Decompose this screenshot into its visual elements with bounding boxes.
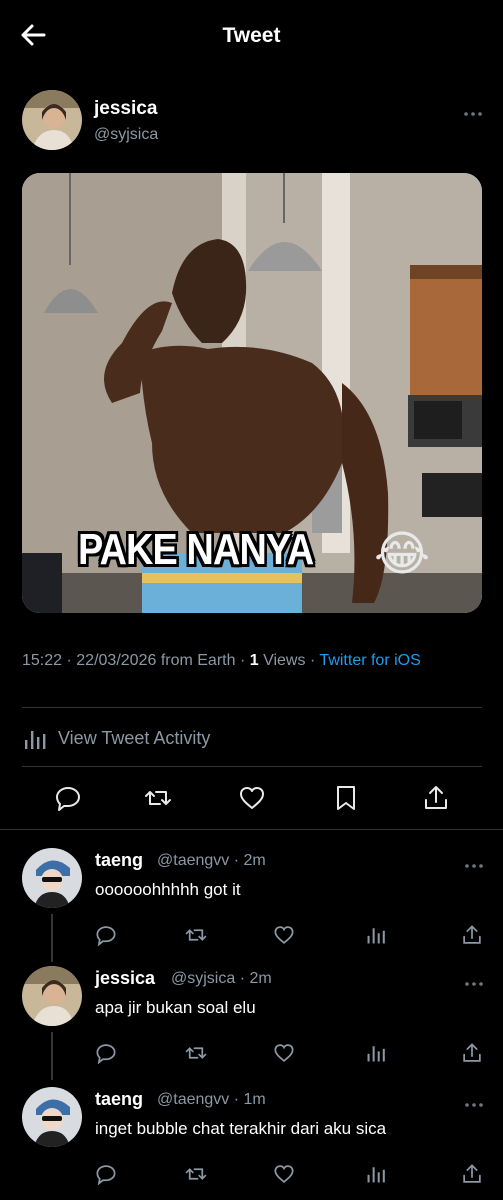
views-button[interactable] — [365, 924, 387, 946]
reply-author-handle: @syjsica · 2m — [171, 970, 272, 987]
like-icon — [274, 926, 294, 944]
like-button[interactable] — [273, 1042, 295, 1064]
analytics-icon — [25, 731, 46, 749]
divider — [22, 707, 482, 708]
reply-text: oooooohhhhh got it — [95, 880, 241, 899]
more-icon — [465, 864, 483, 868]
reply-button[interactable] — [95, 924, 117, 947]
thread-line — [51, 914, 53, 962]
reply-item[interactable]: jessica @syjsica · 2m apa jir bukan soal… — [0, 966, 503, 1086]
more-icon — [465, 982, 483, 986]
avatar[interactable] — [22, 848, 82, 908]
view-activity-label: View Tweet Activity — [58, 728, 211, 748]
reply-item[interactable]: taeng @taengvv · 1m inget bubble chat te… — [0, 1087, 503, 1200]
reply-button[interactable] — [95, 1163, 117, 1186]
share-button[interactable] — [461, 924, 483, 946]
retweet-icon — [185, 929, 207, 941]
reply-button[interactable] — [95, 1042, 117, 1065]
retweet-button[interactable] — [185, 924, 207, 946]
reply-button[interactable] — [54, 784, 82, 812]
retweet-icon — [185, 1168, 207, 1180]
share-button[interactable] — [461, 1163, 483, 1185]
more-options-button[interactable] — [462, 106, 484, 116]
reply-action-bar — [95, 1163, 490, 1187]
more-options-button[interactable] — [463, 1097, 485, 1107]
reply-icon — [96, 1044, 116, 1065]
views-button[interactable] — [365, 1042, 387, 1064]
views-count: 1 — [249, 652, 259, 669]
avatar[interactable] — [22, 1087, 82, 1147]
views-label: Views — [263, 652, 306, 669]
tweet-media[interactable]: PAKE NANYA 😂 — [22, 173, 482, 613]
author-name[interactable]: jessica — [94, 98, 157, 120]
retweet-button[interactable] — [185, 1042, 207, 1064]
tweet-metadata: 15:22 · 22/03/2026 from Earth · 1 Views … — [22, 650, 482, 672]
reply-item[interactable]: taeng @taengvv · 2m oooooohhhhh got it — [0, 848, 503, 968]
separator: · — [66, 652, 77, 669]
analytics-icon — [367, 1046, 385, 1062]
like-icon — [274, 1044, 294, 1062]
view-activity-button[interactable]: View Tweet Activity — [22, 724, 482, 754]
meme-caption: PAKE NANYA — [78, 525, 314, 574]
more-icon — [464, 112, 482, 116]
separator: · — [239, 652, 250, 669]
tweet-date: 22/03/2026 — [76, 652, 157, 669]
client-link[interactable]: Twitter for iOS — [319, 652, 420, 669]
divider — [22, 766, 482, 767]
retweet-icon — [145, 791, 171, 805]
retweet-button[interactable] — [185, 1163, 207, 1185]
divider — [0, 829, 503, 830]
reply-author-name[interactable]: taeng — [95, 850, 143, 871]
like-icon — [240, 787, 264, 809]
views-button[interactable] — [365, 1163, 387, 1185]
reply-icon — [96, 1165, 116, 1186]
reply-author-name[interactable]: taeng — [95, 1089, 143, 1110]
reply-action-bar — [95, 1042, 490, 1066]
author-handle[interactable]: @syjsica — [94, 126, 158, 144]
analytics-icon — [367, 928, 385, 944]
crying-laughing-emoji: 😂 — [374, 528, 431, 581]
share-icon — [463, 1164, 481, 1183]
reply-icon — [56, 787, 80, 811]
separator: · — [309, 652, 320, 669]
like-button[interactable] — [273, 924, 295, 946]
reply-author-handle: @taengvv · 2m — [157, 852, 266, 869]
tweet-author: jessica @syjsica — [22, 90, 482, 152]
reply-icon — [96, 926, 116, 947]
share-icon — [463, 925, 481, 944]
bookmark-button[interactable] — [332, 784, 360, 812]
reply-text: apa jir bukan soal elu — [95, 998, 256, 1017]
share-button[interactable] — [422, 784, 450, 812]
top-bar: Tweet — [0, 0, 503, 70]
reply-text: inget bubble chat terakhir dari aku sica — [95, 1119, 387, 1138]
tweet-action-bar — [22, 780, 482, 816]
bookmark-icon — [337, 786, 355, 810]
share-icon — [425, 786, 447, 809]
tweet-time: 15:22 — [22, 652, 63, 669]
retweet-icon — [185, 1047, 207, 1059]
avatar[interactable] — [22, 90, 82, 150]
reply-author-handle: @taengvv · 1m — [157, 1091, 266, 1108]
page-title: Tweet — [222, 24, 281, 47]
retweet-button[interactable] — [144, 784, 172, 812]
like-button[interactable] — [238, 784, 266, 812]
more-options-button[interactable] — [463, 976, 485, 986]
analytics-icon — [367, 1167, 385, 1183]
like-icon — [274, 1165, 294, 1183]
reply-action-bar — [95, 924, 490, 948]
share-button[interactable] — [461, 1042, 483, 1064]
reply-author-name[interactable]: jessica — [95, 968, 155, 989]
more-options-button[interactable] — [463, 858, 485, 868]
thread-line — [51, 1032, 53, 1080]
share-icon — [463, 1043, 481, 1062]
tweet-location: from Earth — [160, 652, 236, 669]
avatar[interactable] — [22, 966, 82, 1026]
like-button[interactable] — [273, 1163, 295, 1185]
more-icon — [465, 1103, 483, 1107]
